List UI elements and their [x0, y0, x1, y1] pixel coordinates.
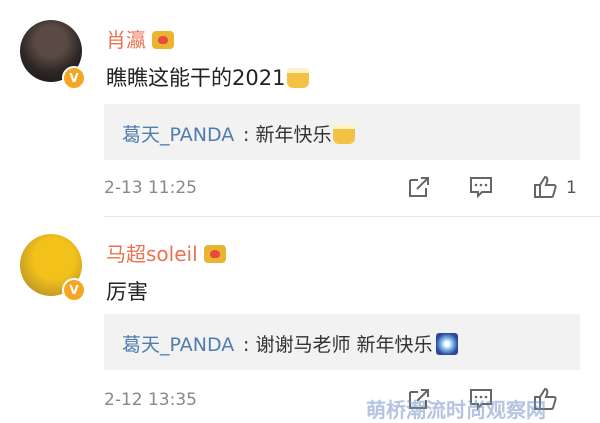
sparkler-emoji-icon — [436, 333, 459, 355]
divider — [104, 216, 600, 217]
reply-text: : 新年快乐 — [243, 120, 356, 147]
reply-author[interactable]: 葛天_PANDA — [122, 120, 234, 147]
verified-badge-icon: V — [62, 66, 86, 90]
reply-text-label: : 谢谢马老师 新年快乐 — [243, 334, 433, 356]
watermark: 萌桥潮流时尚观察网 — [366, 398, 546, 422]
reply-box[interactable]: 葛天_PANDA : 谢谢马老师 新年快乐 — [104, 314, 580, 370]
reply-text-label: : 新年快乐 — [243, 124, 332, 146]
comment-item: V 马超soleil 厉害 葛天_PANDA : 谢谢马老师 新年快乐 2-12… — [0, 218, 600, 420]
comment-item: V 肖瀛 瞧瞧这能干的2021 葛天_PANDA : 新年快乐 2-13 11:… — [0, 0, 600, 218]
comment-timestamp: 2-12 13:35 — [104, 390, 197, 410]
crown-badge-icon — [203, 245, 226, 263]
comment-icon — [470, 177, 492, 199]
reply-text: : 谢谢马老师 新年快乐 — [243, 330, 459, 357]
reply-author[interactable]: 葛天_PANDA — [122, 330, 234, 357]
beer-emoji-icon — [287, 68, 310, 88]
share-icon — [409, 177, 429, 197]
share-button[interactable] — [406, 174, 434, 200]
reply-box[interactable]: 葛天_PANDA : 新年快乐 — [104, 104, 580, 160]
comment-username[interactable]: 马超soleil — [106, 238, 226, 267]
comment-username[interactable]: 肖瀛 — [106, 24, 174, 53]
username-label[interactable]: 肖瀛 — [106, 28, 146, 52]
verified-badge-icon: V — [62, 278, 86, 302]
like-button[interactable] — [532, 174, 560, 200]
comment-text-label: 瞧瞧这能干的2021 — [106, 66, 286, 90]
comment-text: 瞧瞧这能干的2021 — [106, 62, 310, 92]
username-label[interactable]: 马超soleil — [106, 242, 198, 266]
like-count: 1 — [566, 178, 577, 198]
thumbs-up-icon — [534, 175, 557, 198]
crown-badge-icon — [152, 31, 174, 49]
comment-text: 厉害 — [106, 276, 148, 306]
comment-button[interactable] — [468, 174, 496, 200]
beer-emoji-icon — [333, 124, 356, 144]
comment-text-label: 厉害 — [106, 280, 148, 304]
comment-timestamp: 2-13 11:25 — [104, 178, 197, 198]
